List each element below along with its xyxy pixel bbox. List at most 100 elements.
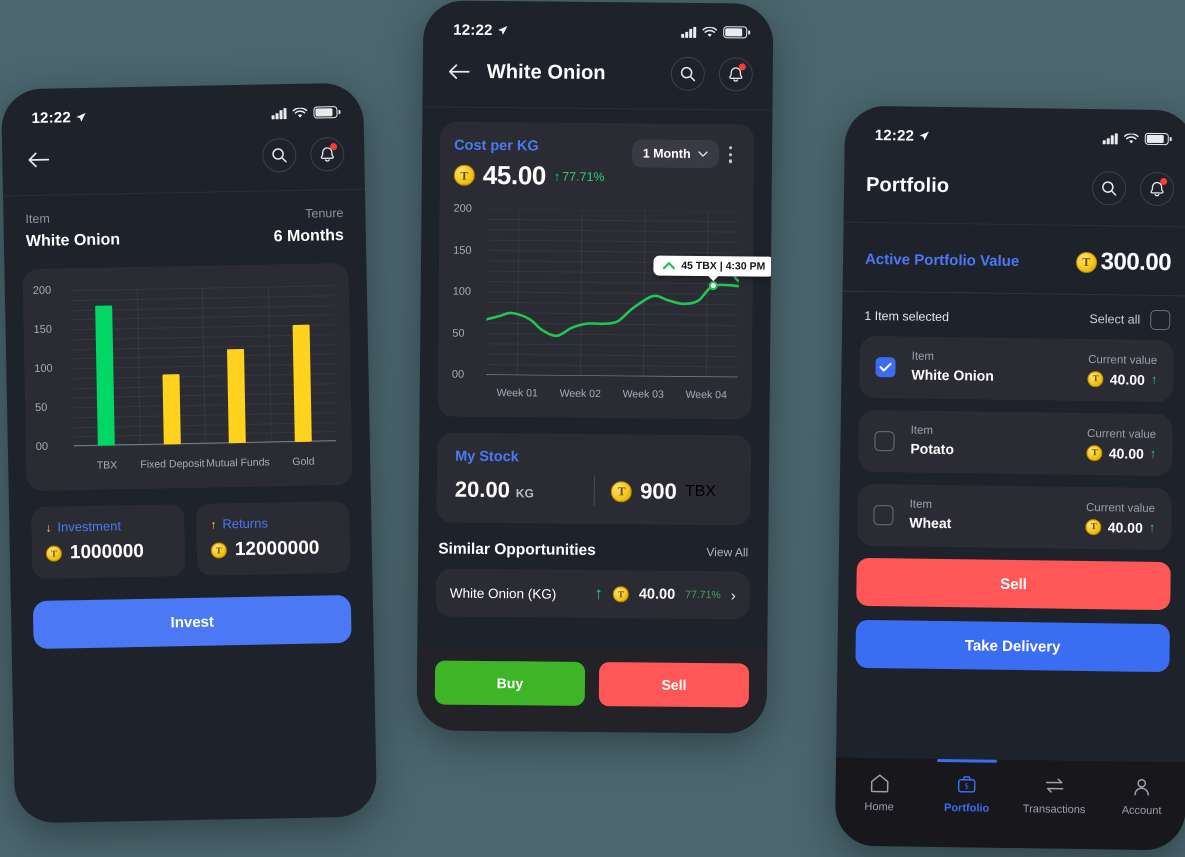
- chart-title: Cost per KG: [454, 137, 539, 155]
- portfolio-item-checkbox[interactable]: [874, 431, 895, 452]
- search-button[interactable]: [670, 56, 705, 92]
- portfolio-item-row[interactable]: Item White Onion Current value T 40.00 ↑: [859, 335, 1174, 403]
- line-chart-svg: [485, 208, 740, 378]
- active-portfolio-value: Active Portfolio Value T 300.00: [842, 222, 1185, 297]
- search-icon: [680, 66, 696, 82]
- investment-comparison-chart: 00 50 100 150 200 TBX Fixed Deposit Mutual Fund…: [22, 262, 353, 492]
- select-all-checkbox[interactable]: [1150, 309, 1171, 331]
- selection-bar: 1 Item selected Select all: [842, 292, 1185, 341]
- status-bar-time-group: 12:22: [31, 108, 87, 126]
- header-spacer: [66, 156, 248, 159]
- wifi-icon: [702, 26, 718, 37]
- portfolio-item-value-row: T 40.00 ↑: [1087, 370, 1158, 388]
- portfolio-item-checkbox[interactable]: [875, 357, 896, 378]
- bar-chart-y-tick: 50: [34, 401, 48, 414]
- chart-more-button[interactable]: [721, 140, 741, 169]
- phone-1-investment-detail: 12:22 Item White Onion Tenure 6 Months 0…: [0, 82, 378, 824]
- bar: [292, 324, 312, 442]
- portfolio-item-value-label: Current value: [1088, 353, 1158, 367]
- cellular-signal-icon: [1102, 132, 1118, 144]
- phone-1-screen: 12:22 Item White Onion Tenure 6 Months 0…: [1, 83, 377, 824]
- selection-status: 1 Item selected: [864, 308, 950, 325]
- arrow-left-icon: [448, 64, 470, 80]
- arrow-left-icon: [28, 152, 50, 168]
- returns-card: ↑ Returns T 12000000: [195, 500, 351, 576]
- portfolio-item-checkbox[interactable]: [873, 505, 894, 526]
- location-arrow-icon: [498, 25, 508, 35]
- nav-label-account: Account: [1121, 804, 1162, 818]
- stock-quantity: 20.00 KG: [455, 477, 594, 504]
- back-button[interactable]: [24, 146, 53, 175]
- status-bar: 12:22: [845, 106, 1185, 153]
- nav-item-account[interactable]: Account: [1097, 775, 1185, 850]
- chevron-down-icon: [698, 151, 708, 157]
- portfolio-item-name: White Onion: [911, 366, 994, 384]
- sell-button[interactable]: Sell: [598, 662, 750, 708]
- status-time: 12:22: [453, 21, 493, 39]
- line-chart-y-tick: 00: [451, 368, 465, 381]
- search-button[interactable]: [261, 137, 297, 173]
- price-block: Cost per KG T 45.00 ↑ 77.71%: [453, 137, 605, 192]
- back-button[interactable]: [445, 58, 473, 86]
- item-label: Item: [25, 211, 50, 227]
- nav-item-portfolio[interactable]: $ Portfolio: [922, 758, 1011, 848]
- phone-2-screen: 12:22 White Onion Cost per KG T 45.00 ↑ …: [416, 0, 774, 734]
- stock-tokens: T 900 TBX: [594, 478, 733, 505]
- item-value: White Onion: [25, 231, 121, 251]
- portfolio-item-row[interactable]: Item Potato Current value T 40.00 ↑: [858, 409, 1173, 477]
- app-header: White Onion: [422, 42, 774, 111]
- battery-icon: [313, 106, 338, 119]
- current-price: 45.00: [482, 159, 547, 191]
- phone-2-commodity-detail: 12:22 White Onion Cost per KG T 45.00 ↑ …: [416, 0, 774, 734]
- home-icon: [870, 774, 889, 793]
- battery-icon: [1144, 132, 1169, 146]
- stock-tokens-value: 900: [640, 478, 677, 504]
- screenshot-stage: 12:22 Item White Onion Tenure 6 Months 0…: [0, 0, 1185, 857]
- notifications-button[interactable]: [718, 57, 753, 92]
- take-delivery-button[interactable]: Take Delivery: [855, 619, 1170, 673]
- line-chart-x-tick: Week 01: [496, 387, 538, 400]
- sell-button[interactable]: Sell: [856, 557, 1171, 611]
- bar-chart-y-tick: 100: [34, 362, 53, 375]
- nav-item-home[interactable]: Home: [835, 772, 924, 847]
- nav-item-transactions[interactable]: Transactions: [1010, 774, 1099, 849]
- notifications-button[interactable]: [309, 136, 345, 172]
- chart-header: Cost per KG T 45.00 ↑ 77.71% 1 Month: [453, 137, 741, 194]
- range-selector[interactable]: 1 Month: [631, 139, 719, 169]
- bar-chart-column: [267, 285, 335, 442]
- more-vertical-icon: [728, 146, 733, 150]
- notifications-button[interactable]: [1139, 171, 1175, 207]
- portfolio-value-amount: 300.00: [1100, 248, 1172, 277]
- chevron-right-icon: ›: [730, 586, 736, 604]
- price-change-value: 77.71%: [562, 169, 605, 184]
- cellular-signal-icon: [271, 107, 287, 119]
- token-coin-icon: T: [1086, 444, 1103, 461]
- portfolio-item-value-block: Current value T 40.00 ↑: [1086, 428, 1157, 462]
- item-info: Item White Onion: [25, 210, 120, 251]
- line-chart-x-tick: Week 03: [622, 388, 664, 401]
- token-coin-icon: T: [611, 480, 633, 502]
- bar-chart-x-tick: Mutual Funds: [206, 456, 270, 470]
- portfolio-item-row[interactable]: Item Wheat Current value T 40.00 ↑: [857, 483, 1172, 551]
- bar-chart-x-labels: TBX Fixed Deposit Mutual Funds Gold: [74, 455, 336, 472]
- status-time: 12:22: [874, 126, 915, 145]
- portfolio-item-label: Item: [909, 498, 933, 511]
- app-header: Portfolio: [843, 147, 1185, 228]
- arrow-up-icon: ↑: [553, 169, 561, 184]
- bar-chart-y-tick: 150: [33, 323, 53, 336]
- line-chart-grid: 45 TBX | 4:30 PM: [485, 208, 774, 378]
- buy-button[interactable]: Buy: [434, 660, 586, 706]
- invest-button[interactable]: Invest: [32, 594, 352, 650]
- my-stock-title: My Stock: [455, 448, 519, 466]
- line-chart-plot-area: 00 50 100 150 200 45 TBX | 4:30 PM Week 01 Week…: [451, 203, 774, 408]
- portfolio-item-label: Item: [910, 424, 934, 437]
- view-all-link[interactable]: View All: [706, 545, 748, 559]
- app-header: [1, 124, 365, 197]
- bar-chart-column: [136, 288, 204, 445]
- status-bar-icons: [1102, 132, 1169, 146]
- similar-opportunity-row[interactable]: White Onion (KG) ↑ T 40.00 77.71% ›: [435, 568, 751, 620]
- notification-badge: [1160, 177, 1168, 186]
- search-button[interactable]: [1091, 171, 1127, 206]
- arrow-up-icon: ↑: [1149, 445, 1157, 461]
- stock-quantity-unit: KG: [515, 486, 534, 501]
